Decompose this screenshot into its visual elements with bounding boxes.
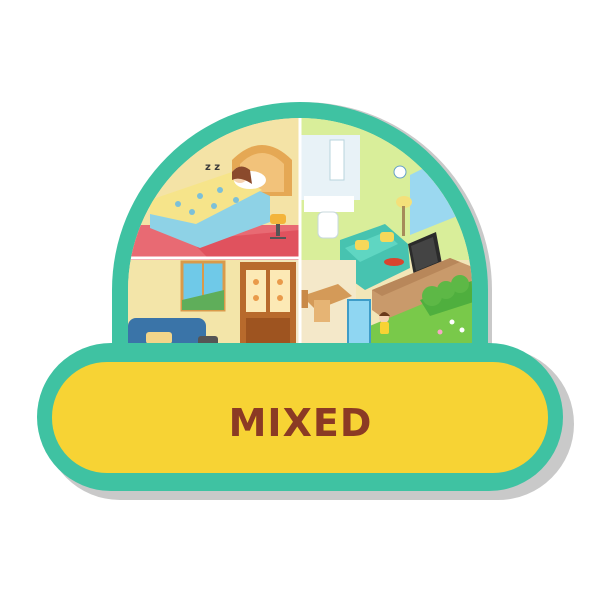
label-background — [52, 362, 548, 473]
mixed-level-badge[interactable]: z z MIXED — [0, 0, 601, 601]
svg-text:z z: z z — [205, 162, 220, 173]
dining-room-scene — [240, 260, 356, 346]
badge-artwork: z z — [37, 102, 574, 500]
